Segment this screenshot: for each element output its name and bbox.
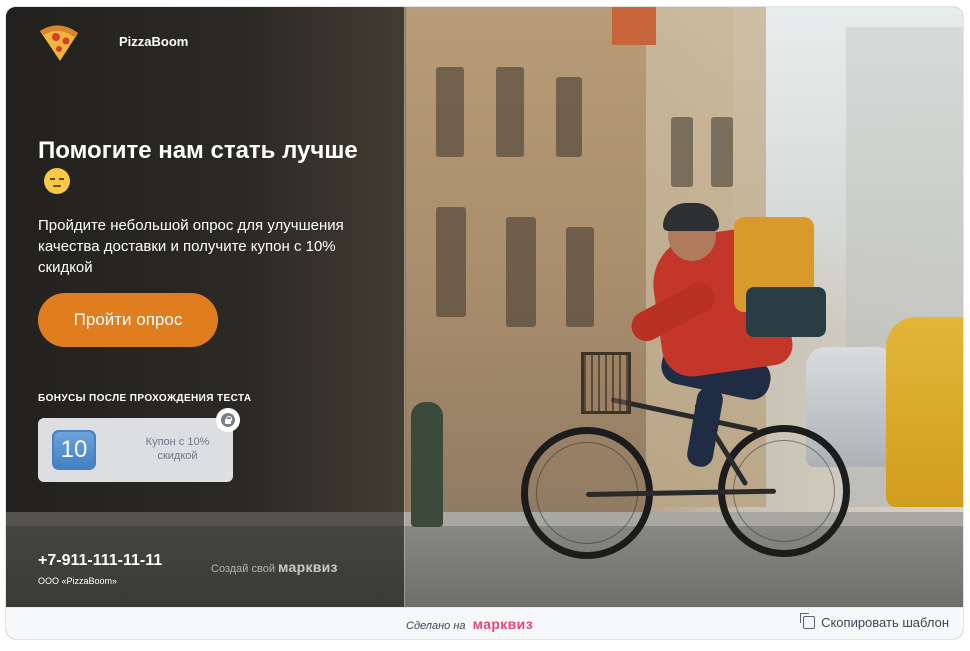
lock-icon <box>216 408 240 432</box>
pensive-face-icon <box>44 168 70 194</box>
survey-description: Пройдите небольшой опрос для улучшения к… <box>38 217 344 276</box>
create-your-own-link[interactable]: Создай свой марквиз <box>211 559 338 575</box>
quiz-window: PizzaBoom Помогите нам стать лучше Пройд… <box>6 7 963 639</box>
made-on-link[interactable]: Сделано на марквиз <box>406 616 533 632</box>
page-title: Помогите нам стать лучше <box>38 135 358 199</box>
title-text: Помогите нам стать лучше <box>38 137 358 164</box>
create-prefix: Создай свой <box>211 563 275 575</box>
panel-divider <box>404 7 405 607</box>
bonus-heading: БОНУСЫ ПОСЛЕ ПРОХОЖДЕНИЯ ТЕСТА <box>38 393 252 404</box>
start-survey-button[interactable]: Пройти опрос <box>38 293 218 347</box>
brand-name: PizzaBoom <box>119 34 189 49</box>
bonus-card: 10 Купон с 10% скидкой <box>38 418 233 482</box>
company-name: ООО «PizzaBoom» <box>38 576 118 586</box>
footer-bar: Сделано на марквиз Скопировать шаблон <box>6 607 963 639</box>
made-on-text: Сделано на <box>406 620 466 632</box>
made-on-brand: марквиз <box>472 616 534 632</box>
contact-phone[interactable]: +7-911-111-11-11 <box>38 552 162 570</box>
bonus-text: Купон с 10% скидкой <box>145 436 210 462</box>
pizza-slice-icon <box>40 25 78 61</box>
keycap-ten-icon: 10 <box>52 430 96 470</box>
create-brand: марквиз <box>278 559 338 575</box>
copy-template-label: Скопировать шаблон <box>821 615 949 630</box>
copy-template-button[interactable]: Скопировать шаблон <box>800 613 949 630</box>
copy-icon <box>800 613 816 629</box>
